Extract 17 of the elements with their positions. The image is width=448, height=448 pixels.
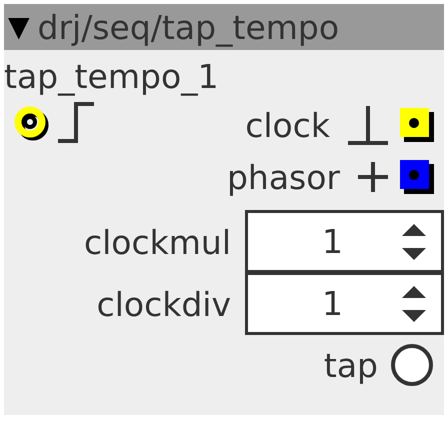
tap-toggle[interactable] — [390, 343, 434, 387]
spin-arrows-icon[interactable] — [401, 284, 427, 324]
outlet-label: phasor — [226, 160, 340, 194]
pulse-icon — [346, 103, 390, 147]
inlet-ring-icon[interactable] — [14, 105, 50, 141]
collapse-toggle[interactable]: ▼ — [8, 13, 30, 41]
outlet-label: clock — [245, 108, 330, 142]
tap-label: tap — [324, 348, 378, 382]
outlet-port-icon[interactable] — [400, 108, 434, 142]
number-spinbox[interactable]: 1 — [245, 210, 444, 273]
plus-icon — [356, 160, 390, 194]
rising-edge-icon — [56, 101, 96, 145]
param-label: clockmul — [84, 226, 231, 258]
spin-arrows-icon[interactable] — [401, 222, 427, 262]
number-spinbox[interactable]: 1 — [245, 272, 444, 335]
param-label: clockdiv — [96, 288, 231, 320]
outlet-port-icon[interactable] — [400, 160, 434, 194]
